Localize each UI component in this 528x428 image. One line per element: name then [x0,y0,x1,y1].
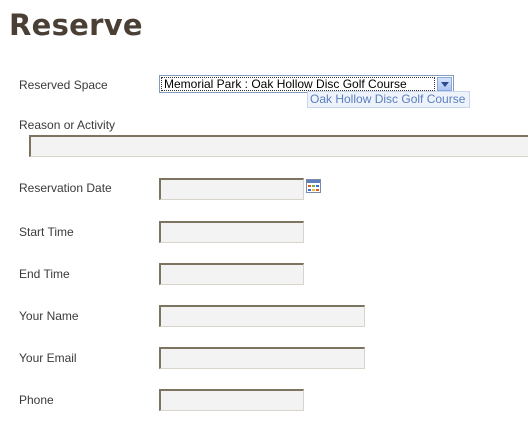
calendar-icon-cell [316,189,319,191]
end-time-input[interactable] [159,263,304,285]
calendar-icon-cell [312,189,315,191]
start-time-label: Start Time [19,225,74,239]
your-email-input[interactable] [159,347,365,369]
chevron-down-icon[interactable] [437,77,452,91]
your-name-input[interactable] [159,305,365,327]
calendar-icon-cell [308,185,311,187]
reserved-space-label: Reserved Space [19,78,108,92]
start-time-input[interactable] [159,221,304,243]
reserved-space-dropdown-option[interactable]: Oak Hollow Disc Golf Course [307,91,470,108]
reservation-date-label: Reservation Date [19,181,112,195]
calendar-icon-cell [316,185,319,187]
your-name-label: Your Name [19,309,79,323]
end-time-label: End Time [19,267,70,281]
reservation-date-input[interactable] [159,178,304,200]
your-email-label: Your Email [19,351,77,365]
phone-label: Phone [19,393,54,407]
page-title: Reserve [9,8,143,42]
calendar-icon-cell [308,189,311,191]
calendar-icon-cell [312,185,315,187]
calendar-icon-header [307,180,320,183]
reserved-space-selected-value: Memorial Park : Oak Hollow Disc Golf Cou… [164,77,407,91]
reason-label: Reason or Activity [19,118,116,132]
reason-input[interactable] [29,135,528,157]
calendar-icon[interactable] [306,179,321,193]
phone-input[interactable] [159,389,304,411]
